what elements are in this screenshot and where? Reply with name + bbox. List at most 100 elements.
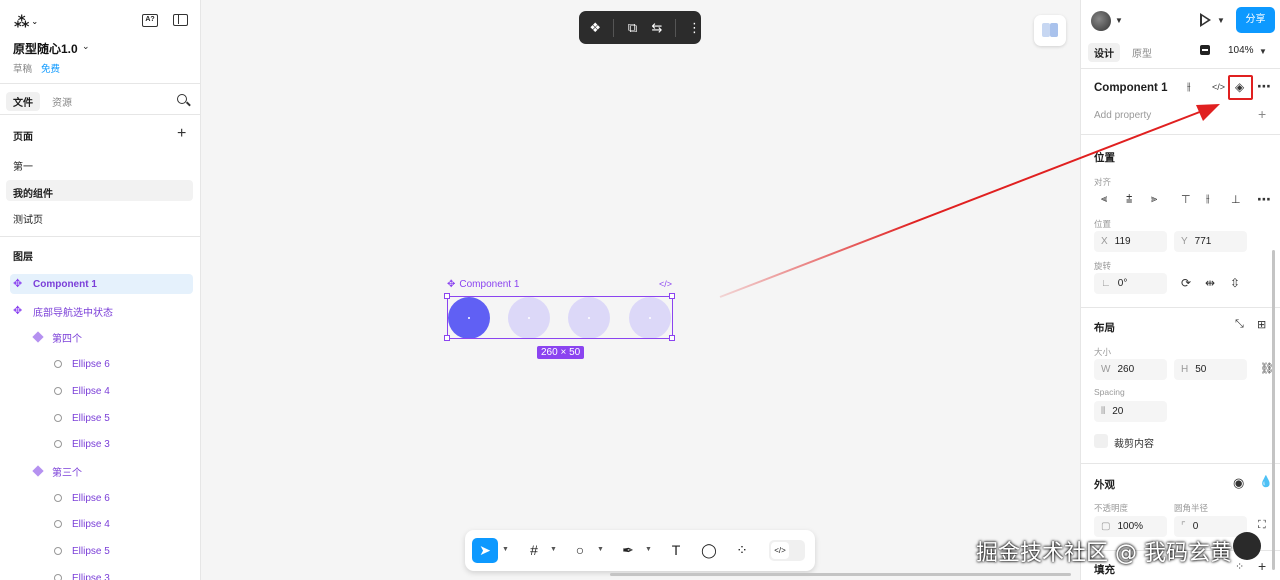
layer-item[interactable]: Ellipse 4 — [10, 381, 193, 401]
chevron-down-icon[interactable]: ▼ — [1115, 16, 1123, 25]
avatar[interactable] — [1091, 11, 1111, 31]
sidebar-toggle-icon[interactable] — [173, 14, 188, 26]
chevron-down-icon[interactable]: ▼ — [1217, 16, 1225, 25]
flip-horizontal-icon[interactable]: ⇹ — [1205, 276, 1215, 290]
canvas[interactable]: ❖ ⧉ ⇆ ⋮ ✥ Component 1 </> 260 × 50 ➤ ▼ # … — [201, 0, 1080, 580]
add-fill-button[interactable]: + — [1258, 558, 1266, 574]
tab-assets[interactable]: 资源 — [52, 94, 72, 109]
collapse-icon[interactable]: ⤡ — [1235, 318, 1244, 331]
share-button[interactable]: 分享 — [1236, 7, 1275, 33]
resize-handle[interactable] — [444, 335, 450, 341]
properties-icon[interactable]: ⫲ — [1187, 81, 1191, 94]
layer-item[interactable]: 底部导航选中状态 — [10, 301, 193, 321]
horizontal-scrollbar[interactable] — [610, 573, 1071, 576]
add-property-button[interactable]: + — [1258, 106, 1266, 122]
align-bottom-icon[interactable]: ⊥ — [1231, 193, 1241, 206]
layer-item[interactable]: Component 1 — [10, 274, 193, 294]
resize-handle[interactable] — [444, 293, 450, 299]
position-title: 位置 — [1094, 152, 1115, 164]
add-property-label[interactable]: Add property — [1094, 110, 1151, 121]
zoom-menu-icon[interactable] — [1200, 45, 1210, 55]
play-icon[interactable] — [1200, 13, 1211, 27]
x-field[interactable]: X 119 — [1094, 231, 1167, 252]
resize-handle[interactable] — [669, 335, 675, 341]
tab-prototype[interactable]: 原型 — [1132, 45, 1152, 60]
layer-item[interactable]: Ellipse 5 — [10, 541, 193, 561]
search-icon[interactable] — [177, 94, 187, 104]
layer-item[interactable]: Ellipse 4 — [10, 514, 193, 534]
more-icon[interactable]: ⋮ — [688, 20, 701, 36]
ellipse-tool-icon[interactable]: ○ — [567, 538, 593, 563]
component-name[interactable]: Component 1 — [1094, 82, 1167, 94]
layer-item[interactable]: 第四个 — [10, 327, 193, 347]
frame-tool-icon[interactable]: # — [521, 538, 547, 563]
left-panel: ⁂ ⌄ A? 原型随心1.0 ⌄ 草稿 免费 文件 资源 页面 + 第一 我的组件… — [0, 0, 201, 580]
layer-item[interactable]: Ellipse 5 — [10, 408, 193, 428]
layer-item[interactable]: Ellipse 3 — [10, 568, 193, 580]
spacing-field[interactable]: ⫴ 20 — [1094, 401, 1167, 422]
tab-file[interactable]: 文件 — [6, 92, 40, 111]
chevron-down-icon[interactable]: ▼ — [1259, 47, 1267, 56]
ai-badge-button[interactable]: A? — [142, 14, 158, 27]
align-center-h-icon[interactable]: ⩲ — [1126, 193, 1132, 206]
radius-field[interactable]: ⌜ 0 — [1174, 516, 1247, 537]
eye-icon[interactable]: ◉ — [1233, 475, 1244, 491]
selection-frame[interactable] — [447, 296, 673, 339]
more-icon[interactable]: ⋯ — [1257, 78, 1271, 95]
layer-item[interactable]: Ellipse 6 — [10, 354, 193, 374]
chevron-down-icon[interactable]: ▼ — [645, 546, 652, 553]
align-left-icon[interactable]: ⫷ — [1101, 193, 1107, 206]
boolean-icon[interactable]: ⧉ — [626, 20, 638, 36]
component-label[interactable]: ✥ Component 1 — [447, 279, 519, 290]
zoom-level[interactable]: 104% — [1228, 45, 1254, 56]
y-field[interactable]: Y 771 — [1174, 231, 1247, 252]
styles-icon[interactable]: ⁘ — [1235, 560, 1244, 573]
widget-button[interactable] — [1034, 15, 1066, 46]
comment-tool-icon[interactable]: ◯ — [696, 538, 722, 563]
align-middle-icon[interactable]: ⫲ — [1206, 193, 1210, 206]
pen-tool-icon[interactable]: ✒ — [615, 538, 641, 563]
project-title[interactable]: 原型随心1.0 — [13, 40, 78, 57]
height-field[interactable]: H 50 — [1174, 359, 1247, 380]
chevron-down-icon[interactable]: ▼ — [550, 546, 557, 553]
tab-design[interactable]: 设计 — [1088, 43, 1120, 62]
more-icon[interactable]: ⋯ — [1257, 191, 1271, 208]
page-item[interactable]: 测试页 — [6, 206, 193, 227]
rotation-field[interactable]: ∟ 0° — [1094, 273, 1167, 294]
ellipse-icon — [54, 547, 62, 555]
spacing-icon: ⫴ — [1101, 406, 1106, 417]
flip-vertical-icon[interactable]: ⇳ — [1230, 276, 1240, 290]
add-page-button[interactable]: + — [177, 126, 186, 142]
left-tabs: 文件 资源 — [0, 85, 200, 115]
layer-item[interactable]: 第三个 — [10, 461, 193, 481]
resize-handle[interactable] — [669, 293, 675, 299]
component-set-icon[interactable]: ❖ — [589, 20, 601, 36]
chevron-down-icon[interactable]: ▼ — [502, 546, 509, 553]
opacity-field[interactable]: ▢ 100% — [1094, 516, 1167, 537]
plan-badge[interactable]: 免费 — [41, 61, 60, 75]
width-field[interactable]: W 260 — [1094, 359, 1167, 380]
swap-icon[interactable]: ⇆ — [651, 20, 663, 36]
layer-item[interactable]: Ellipse 3 — [10, 434, 193, 454]
align-right-icon[interactable]: ⫸ — [1151, 193, 1157, 206]
actions-tool-icon[interactable]: ⁘ — [729, 538, 755, 563]
dev-mode-toggle[interactable]: </> — [769, 540, 805, 561]
layer-item[interactable]: Ellipse 6 — [10, 488, 193, 508]
move-tool-icon[interactable]: ➤ — [472, 538, 498, 563]
auto-layout-icon[interactable]: ⊞ — [1257, 318, 1266, 331]
figma-menu-button[interactable]: ⁂ ⌄ — [14, 13, 38, 31]
code-tag-icon[interactable]: </> — [659, 279, 672, 289]
independent-corners-icon[interactable]: ⛶ — [1258, 519, 1266, 532]
rotate-icon[interactable]: ⟳ — [1181, 276, 1191, 290]
project-caret-icon[interactable]: ⌄ — [82, 41, 90, 52]
page-item[interactable]: 第一 — [6, 153, 193, 174]
vertical-scrollbar[interactable] — [1272, 250, 1275, 570]
align-top-icon[interactable]: ⊤ — [1181, 193, 1191, 206]
page-item[interactable]: 我的组件 — [6, 180, 193, 201]
blend-mode-icon[interactable]: 💧 — [1259, 475, 1273, 488]
clip-content-checkbox[interactable] — [1094, 434, 1108, 448]
chevron-down-icon[interactable]: ▼ — [597, 546, 604, 553]
text-tool-icon[interactable]: T — [663, 538, 689, 563]
code-icon[interactable]: </> — [1212, 82, 1225, 92]
spacing-label: Spacing — [1094, 387, 1125, 397]
